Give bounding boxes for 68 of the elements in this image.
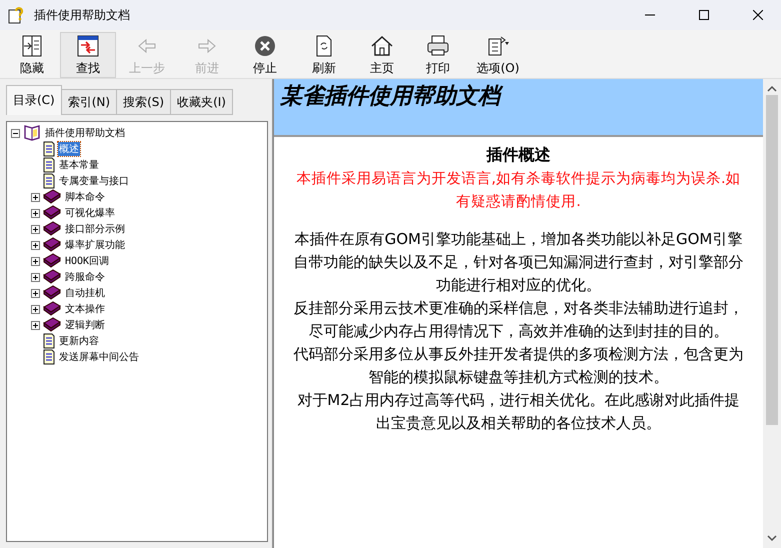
book-icon bbox=[43, 317, 61, 333]
collapse-icon[interactable] bbox=[11, 128, 20, 138]
tree-item[interactable]: 爆率扩展功能 bbox=[64, 238, 126, 252]
warning-paragraph: 本插件采用易语言为开发语言,如有杀毒软件提示为病毒均为误杀.如有疑惑请酌情使用. bbox=[295, 170, 742, 212]
body-paragraph: 对于M2占用内存过高等代码，进行相关优化。在此感谢对此插件提出宝贵意见以及相关帮助的各位技术人员。 bbox=[296, 390, 741, 434]
expand-icon[interactable] bbox=[31, 224, 40, 234]
book-icon bbox=[43, 301, 61, 317]
help-document-icon bbox=[8, 6, 26, 24]
toolbar-button[interactable]: 停止 bbox=[236, 32, 294, 78]
tree-item[interactable]: 文本操作 bbox=[64, 302, 106, 316]
panel-icon bbox=[20, 34, 44, 58]
book-icon bbox=[43, 253, 61, 269]
window-title: 插件使用帮助文档 bbox=[34, 6, 131, 24]
vertical-scrollbar[interactable] bbox=[763, 79, 781, 548]
tree-item[interactable]: 脚本命令 bbox=[64, 190, 106, 204]
toolbar-button[interactable]: 刷新 bbox=[294, 32, 354, 78]
page-icon bbox=[43, 141, 55, 157]
expand-icon[interactable] bbox=[31, 320, 40, 330]
tree-item[interactable]: 概述 bbox=[58, 142, 80, 156]
page-icon bbox=[43, 157, 55, 173]
tree-item[interactable]: 基本常量 bbox=[58, 158, 100, 172]
tree-item[interactable]: 接口部分示例 bbox=[64, 222, 126, 236]
tree-item[interactable]: 更新内容 bbox=[58, 334, 100, 348]
expand-icon[interactable] bbox=[31, 192, 40, 202]
tab[interactable]: 搜索(S) bbox=[116, 89, 172, 115]
toolbar-button[interactable]: 隐藏 bbox=[4, 32, 60, 78]
expand-icon[interactable] bbox=[31, 240, 40, 250]
toolbar-button[interactable]: 主页 bbox=[354, 32, 410, 78]
expand-icon[interactable] bbox=[31, 304, 40, 314]
section-heading: 插件概述 bbox=[485, 145, 552, 166]
body-paragraph: 反挂部分采用云技术更准确的采样信息，对各类非法辅助进行追封，尽可能减少内存占用得情况下，高效并准确的达到封挂的目的。 bbox=[292, 298, 744, 342]
toolbar-button[interactable]: 选项(O) bbox=[466, 32, 530, 78]
tree-item[interactable]: 专属变量与接口 bbox=[58, 174, 130, 188]
body-paragraph: 本插件在原有GOM引擎功能基础上，增加各类功能以补足GOM引擎自带功能的缺失以及不足，针对各项已知漏洞进行查封，对引擎部分功能进行相对应的优化。 bbox=[292, 229, 744, 296]
tree-item[interactable]: 发送屏幕中间公告 bbox=[58, 350, 140, 364]
tree-item[interactable]: 可视化爆率 bbox=[64, 206, 116, 220]
options-icon bbox=[486, 34, 510, 58]
book-icon bbox=[43, 221, 61, 237]
scroll-up-icon[interactable] bbox=[767, 85, 777, 93]
tree-item[interactable]: 插件使用帮助文档 bbox=[44, 126, 126, 140]
tree-item[interactable]: HOOK回调 bbox=[64, 254, 110, 268]
expand-icon[interactable] bbox=[31, 272, 40, 282]
tree-item[interactable]: 逻辑判断 bbox=[64, 318, 106, 332]
panel-arrows-icon bbox=[76, 34, 100, 58]
toolbar-button[interactable]: 查找 bbox=[60, 32, 116, 78]
expand-icon[interactable] bbox=[31, 208, 40, 218]
tree-item[interactable]: 自动挂机 bbox=[64, 286, 106, 300]
toolbar-button[interactable]: 打印 bbox=[410, 32, 466, 78]
tab[interactable]: 目录(C) bbox=[6, 85, 62, 115]
home-icon bbox=[370, 34, 394, 58]
stop-icon bbox=[253, 34, 277, 58]
book-icon bbox=[43, 205, 61, 221]
open-book-icon bbox=[23, 125, 41, 141]
book-icon bbox=[43, 285, 61, 301]
tab[interactable]: 收藏夹(I) bbox=[170, 89, 233, 115]
book-icon bbox=[43, 237, 61, 253]
tab[interactable]: 索引(N) bbox=[60, 89, 118, 115]
scroll-down-icon[interactable] bbox=[767, 534, 777, 542]
expand-icon[interactable] bbox=[31, 288, 40, 298]
page-icon bbox=[43, 349, 55, 365]
book-icon bbox=[43, 189, 61, 205]
book-icon bbox=[43, 269, 61, 285]
page-icon bbox=[43, 173, 55, 189]
printer-icon bbox=[426, 34, 450, 58]
page-icon bbox=[43, 333, 55, 349]
expand-icon[interactable] bbox=[31, 256, 40, 266]
tree-item[interactable]: 跨服命令 bbox=[64, 270, 106, 284]
body-paragraph: 代码部分采用多位从事反外挂开发者提供的多项检测方法，包含更为智能的模拟鼠标键盘等挂机方式检测的技术。 bbox=[292, 344, 744, 388]
